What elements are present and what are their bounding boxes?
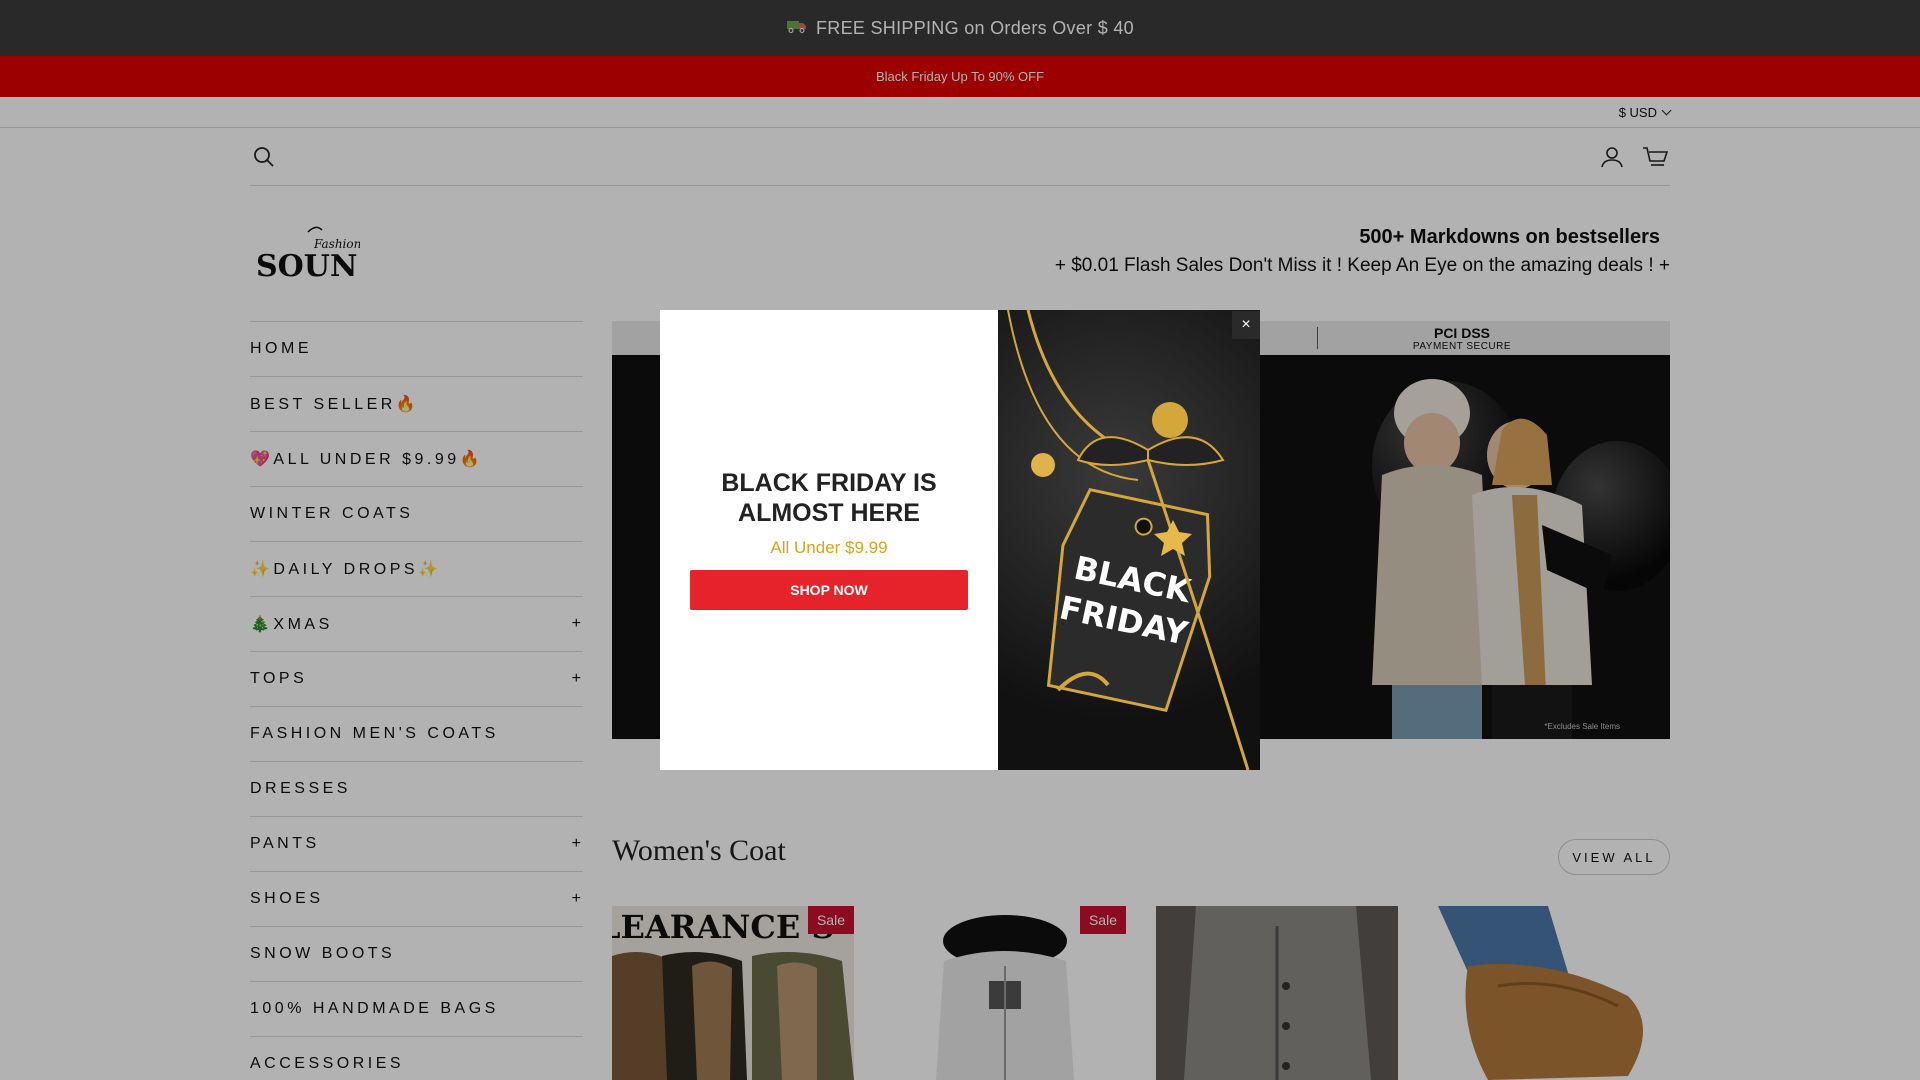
popup-title: BLACK FRIDAY IS ALMOST HERE: [660, 468, 998, 528]
popup-content: BLACK FRIDAY IS ALMOST HERE All Under $9…: [660, 310, 998, 770]
black-friday-popup: BLACK FRIDAY IS ALMOST HERE All Under $9…: [660, 310, 1260, 770]
popup-title-line1: BLACK FRIDAY IS: [721, 469, 937, 497]
shop-now-button[interactable]: SHOP NOW: [690, 570, 968, 610]
popup-image: BLACK FRIDAY: [998, 310, 1260, 770]
popup-subtitle: All Under $9.99: [770, 538, 888, 557]
close-icon[interactable]: ×: [1232, 311, 1260, 339]
popup-title-line2: ALMOST HERE: [738, 499, 920, 527]
